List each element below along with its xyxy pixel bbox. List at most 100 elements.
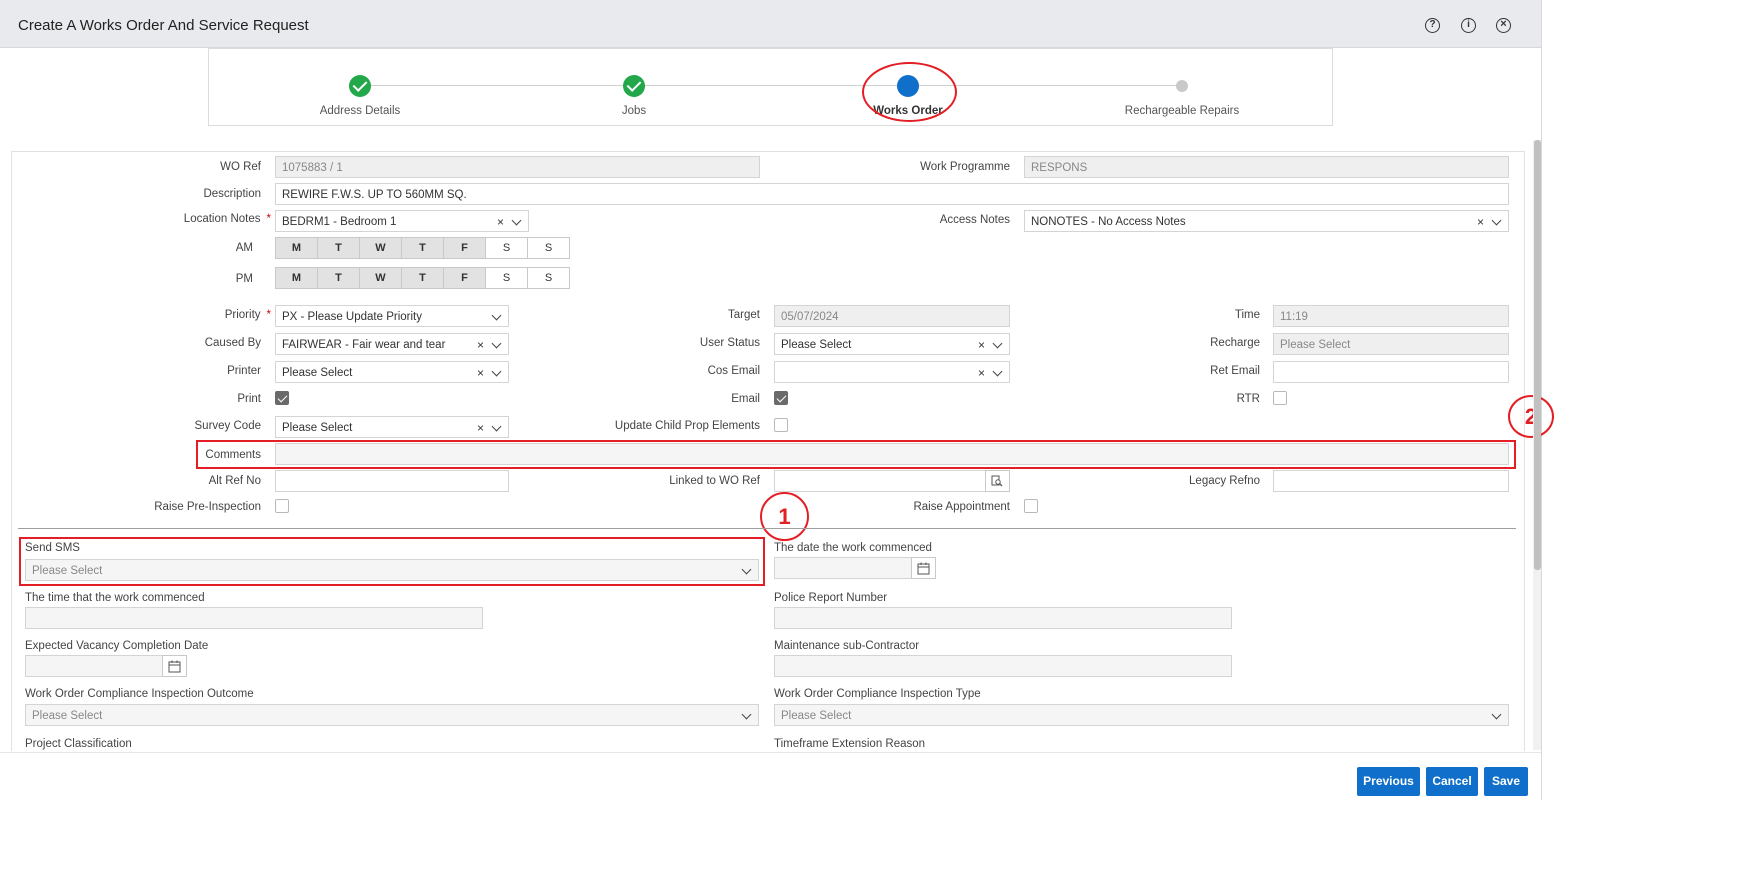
rtr-checkbox[interactable] bbox=[1273, 391, 1287, 405]
email-checkbox[interactable] bbox=[774, 391, 788, 405]
linked-wo-ref-field[interactable] bbox=[774, 470, 986, 492]
calendar-icon[interactable] bbox=[911, 557, 936, 579]
am-day-tue[interactable]: T bbox=[317, 237, 360, 259]
am-day-fri[interactable]: F bbox=[443, 237, 486, 259]
step-address-details-label[interactable]: Address Details bbox=[280, 105, 440, 117]
help-icon[interactable]: ? bbox=[1425, 18, 1440, 33]
access-notes-select[interactable]: NONOTES - No Access Notes × bbox=[1024, 210, 1509, 232]
printer-label: Printer bbox=[227, 365, 261, 377]
target-field: 05/07/2024 bbox=[774, 305, 1010, 327]
info-icon[interactable]: i bbox=[1461, 18, 1476, 33]
cos-email-select[interactable]: × bbox=[774, 361, 1010, 383]
clear-icon[interactable]: × bbox=[978, 338, 985, 352]
location-notes-select[interactable]: BEDRM1 - Bedroom 1 × bbox=[275, 210, 529, 232]
chevron-down-icon[interactable] bbox=[1491, 709, 1502, 720]
dialog-title: Create A Works Order And Service Request bbox=[18, 17, 309, 34]
print-checkbox[interactable] bbox=[275, 391, 289, 405]
step-jobs-label[interactable]: Jobs bbox=[554, 105, 714, 117]
clear-icon[interactable]: × bbox=[978, 366, 985, 380]
chevron-down-icon[interactable] bbox=[491, 310, 502, 321]
recharge-select: Please Select bbox=[1273, 333, 1509, 355]
printer-select[interactable]: Please Select × bbox=[275, 361, 509, 383]
email-label: Email bbox=[731, 393, 760, 405]
raise-pre-inspection-checkbox[interactable] bbox=[275, 499, 289, 513]
chevron-down-icon[interactable] bbox=[491, 421, 502, 432]
update-child-checkbox[interactable] bbox=[774, 418, 788, 432]
chevron-down-icon[interactable] bbox=[992, 366, 1003, 377]
am-day-mon[interactable]: M bbox=[275, 237, 318, 259]
police-report-field[interactable] bbox=[774, 607, 1232, 629]
chevron-down-icon[interactable] bbox=[491, 338, 502, 349]
chevron-down-icon[interactable] bbox=[992, 338, 1003, 349]
am-day-wed[interactable]: W bbox=[359, 237, 402, 259]
chevron-down-icon[interactable] bbox=[741, 709, 752, 720]
cos-email-label: Cos Email bbox=[707, 365, 760, 377]
user-status-value: Please Select bbox=[781, 339, 852, 351]
am-day-thu[interactable]: T bbox=[401, 237, 444, 259]
caused-by-value: FAIRWEAR - Fair wear and tear bbox=[282, 339, 446, 351]
time-label: Time bbox=[1234, 309, 1260, 321]
survey-code-select[interactable]: Please Select × bbox=[275, 416, 509, 438]
maintenance-sub-label: Maintenance sub-Contractor bbox=[774, 640, 920, 652]
pm-day-thu[interactable]: T bbox=[401, 267, 444, 289]
clear-icon[interactable]: × bbox=[477, 338, 484, 352]
calendar-icon[interactable] bbox=[162, 655, 187, 677]
am-day-sat[interactable]: S bbox=[485, 237, 528, 259]
ret-email-label: Ret Email bbox=[1210, 365, 1260, 377]
date-commenced-field[interactable] bbox=[774, 557, 912, 579]
compliance-type-label: Work Order Compliance Inspection Type bbox=[774, 688, 981, 700]
pm-day-sat[interactable]: S bbox=[485, 267, 528, 289]
pm-day-wed[interactable]: W bbox=[359, 267, 402, 289]
annotation-box-send-sms bbox=[19, 537, 765, 586]
clear-icon[interactable]: × bbox=[497, 215, 504, 229]
legacy-refno-label: Legacy Refno bbox=[1189, 475, 1260, 487]
linked-wo-ref-label: Linked to WO Ref bbox=[669, 475, 760, 487]
alt-ref-no-field[interactable] bbox=[275, 470, 509, 492]
am-label: AM bbox=[235, 242, 253, 254]
previous-button[interactable]: Previous bbox=[1357, 767, 1420, 796]
priority-select[interactable]: PX - Please Update Priority bbox=[275, 305, 509, 327]
save-button[interactable]: Save bbox=[1484, 767, 1528, 796]
legacy-refno-field[interactable] bbox=[1273, 470, 1509, 492]
work-programme-label: Work Programme bbox=[920, 161, 1010, 173]
raise-appointment-checkbox[interactable] bbox=[1024, 499, 1038, 513]
wizard-track bbox=[360, 85, 1183, 86]
pm-day-sun[interactable]: S bbox=[527, 267, 570, 289]
close-icon[interactable]: × bbox=[1496, 18, 1511, 33]
pm-day-mon[interactable]: M bbox=[275, 267, 318, 289]
chevron-down-icon[interactable] bbox=[491, 366, 502, 377]
step-jobs-check-icon[interactable] bbox=[623, 75, 645, 97]
pm-day-tue[interactable]: T bbox=[317, 267, 360, 289]
chevron-down-icon[interactable] bbox=[511, 215, 522, 226]
survey-code-label: Survey Code bbox=[194, 420, 261, 432]
maintenance-sub-field[interactable] bbox=[774, 655, 1232, 677]
cancel-button[interactable]: Cancel bbox=[1426, 767, 1478, 796]
step-rechargeable-repairs-dot[interactable] bbox=[1176, 80, 1188, 92]
caused-by-select[interactable]: FAIRWEAR - Fair wear and tear × bbox=[275, 333, 509, 355]
time-commenced-field[interactable] bbox=[25, 607, 483, 629]
description-field[interactable]: REWIRE F.W.S. UP TO 560MM SQ. bbox=[275, 183, 1509, 205]
chevron-down-icon[interactable] bbox=[1491, 215, 1502, 226]
access-notes-value: NONOTES - No Access Notes bbox=[1031, 216, 1186, 228]
pm-day-fri[interactable]: F bbox=[443, 267, 486, 289]
am-day-sun[interactable]: S bbox=[527, 237, 570, 259]
clear-icon[interactable]: × bbox=[1477, 215, 1484, 229]
expected-vacancy-field[interactable] bbox=[25, 655, 163, 677]
priority-label: Priority * bbox=[224, 309, 271, 321]
clear-icon[interactable]: × bbox=[477, 421, 484, 435]
scrollbar-thumb[interactable] bbox=[1534, 140, 1541, 570]
expected-vacancy-label: Expected Vacancy Completion Date bbox=[25, 640, 209, 652]
compliance-type-select[interactable]: Please Select bbox=[774, 704, 1509, 726]
alt-ref-no-label: Alt Ref No bbox=[208, 475, 261, 487]
clear-icon[interactable]: × bbox=[477, 366, 484, 380]
ret-email-field[interactable] bbox=[1273, 361, 1509, 383]
am-day-selector: M T W T F S S bbox=[275, 237, 570, 259]
step-address-details-check-icon[interactable] bbox=[349, 75, 371, 97]
user-status-select[interactable]: Please Select × bbox=[774, 333, 1010, 355]
lookup-icon[interactable] bbox=[985, 470, 1010, 492]
compliance-outcome-select[interactable]: Please Select bbox=[25, 704, 759, 726]
print-label: Print bbox=[237, 393, 261, 405]
annotation-ellipse-works-order bbox=[862, 62, 957, 122]
description-label: Description bbox=[203, 188, 261, 200]
step-rechargeable-repairs-label[interactable]: Rechargeable Repairs bbox=[1102, 105, 1262, 117]
